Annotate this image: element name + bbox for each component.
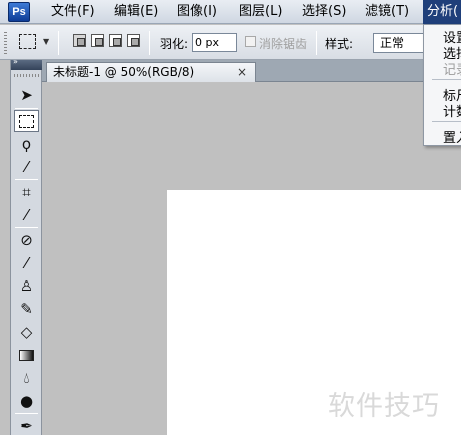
menu-select[interactable]: 选择(S) [301,3,347,21]
tools-panel: » ➤ ϙ ⁄ ⌗ ⁄ ⊘ ⁄ ♙ ✎ ◇ 💧︎ ● ✒ [10,57,42,435]
options-separator [316,31,317,55]
feather-label: 羽化: [160,37,189,51]
eyedropper-tool-icon[interactable]: ⁄ [14,204,39,226]
photoshop-logo: Ps [8,2,30,22]
collapse-icon[interactable]: » [13,57,18,66]
eraser-tool-icon[interactable]: ◇ [14,321,39,343]
tools-panel-header[interactable]: » [11,57,42,70]
anti-alias-checkbox[interactable] [245,36,256,47]
add-to-selection-button[interactable] [91,34,104,47]
anti-alias-label: 消除锯齿 [259,37,308,51]
tools-panel-grip[interactable] [14,74,39,77]
menu-layer[interactable]: 图层(L) [238,3,283,21]
history-brush-tool-icon[interactable]: ✎ [14,298,39,320]
menu-image[interactable]: 图像(I) [176,3,218,21]
close-icon[interactable]: × [237,63,247,81]
options-bar: ▼ 羽化: 消除锯齿 样式: 正常 [0,25,461,60]
quick-selection-tool-icon[interactable]: ⁄ [14,156,39,178]
lasso-tool-icon[interactable]: ϙ [14,133,39,155]
menu-separator [432,79,461,80]
document-tab-bar: 未标题-1 @ 50%(RGB/8) × [42,60,461,82]
options-separator [149,31,150,55]
menu-analysis[interactable]: 分析( [423,0,461,24]
intersect-selection-button[interactable] [127,34,140,47]
pen-tool-icon[interactable]: ✒ [14,415,39,435]
feather-input[interactable] [192,33,237,52]
document-tab[interactable]: 未标题-1 @ 50%(RGB/8) × [46,62,256,82]
clone-stamp-tool-icon[interactable]: ♙ [14,275,39,297]
new-selection-button[interactable] [73,34,86,47]
watermark-text: 软件技巧 [328,391,440,422]
gradient-tool-icon[interactable] [14,344,39,366]
tool-separator [15,108,38,109]
menu-item-place-scale-marker[interactable]: 置入 [443,127,461,146]
menu-bar: Ps 文件(F) 编辑(E) 图像(I) 图层(L) 选择(S) 滤镜(T) 分… [0,0,461,24]
menu-item-count-tool[interactable]: 计数 [443,101,461,120]
options-separator [58,31,59,55]
tool-separator [15,413,38,414]
menu-edit[interactable]: 编辑(E) [113,3,159,21]
chevron-down-icon[interactable]: ▼ [43,37,49,46]
analysis-menu-dropdown: 设置 选择 记录 标尺 计数 置入 [423,24,461,146]
dodge-tool-icon[interactable]: ● [14,390,39,412]
rectangular-marquee-tool-icon[interactable] [14,110,39,132]
menu-file[interactable]: 文件(F) [50,3,96,21]
options-bar-grip[interactable] [4,32,7,54]
blur-tool-icon[interactable]: 💧︎ [14,367,39,389]
healing-brush-tool-icon[interactable]: ⊘ [14,229,39,251]
move-tool-icon[interactable]: ➤ [14,84,39,106]
subtract-from-selection-button[interactable] [109,34,122,47]
tool-separator [15,179,38,180]
menu-separator [432,121,461,122]
document-tab-title: 未标题-1 @ 50%(RGB/8) [53,65,195,79]
style-label: 样式: [325,37,354,51]
menu-item-record-measurements: 记录 [443,63,461,78]
brush-tool-icon[interactable]: ⁄ [14,252,39,274]
tool-separator [15,227,38,228]
marquee-tool-preset-icon[interactable] [19,34,36,49]
crop-tool-icon[interactable]: ⌗ [14,181,39,203]
menu-filter[interactable]: 滤镜(T) [364,3,410,21]
